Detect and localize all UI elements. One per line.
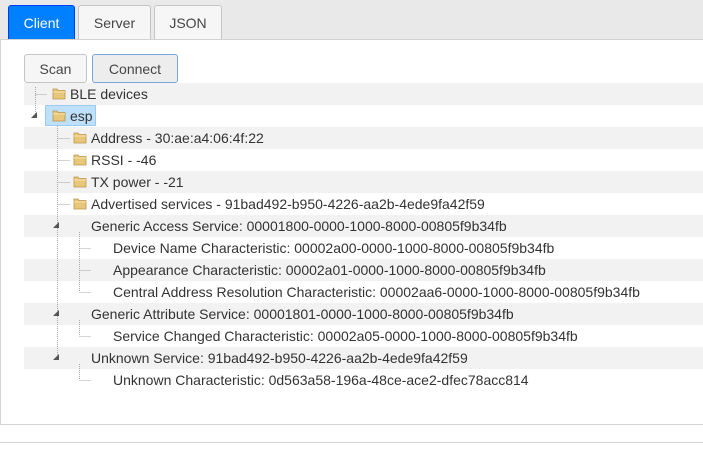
collapse-triangle-icon[interactable]: [31, 112, 37, 118]
folder-icon: [73, 198, 87, 210]
tree-node-service[interactable]: Generic Attribute Service: 00001801-0000…: [91, 305, 514, 323]
tree-node-ble-devices[interactable]: BLE devices: [70, 85, 148, 103]
divider: [0, 442, 703, 443]
tree-node-advertised-services[interactable]: Advertised services - 91bad492-b950-4226…: [91, 195, 485, 213]
tree-node-service[interactable]: Unknown Service: 91bad492-b950-4226-aa2b…: [91, 349, 468, 367]
collapse-triangle-icon[interactable]: [53, 310, 59, 316]
folder-icon: [73, 132, 87, 144]
tree-node-characteristic[interactable]: Appearance Characteristic: 00002a01-0000…: [113, 261, 546, 279]
collapse-triangle-icon[interactable]: [53, 222, 59, 228]
tree-node-address[interactable]: Address - 30:ae:a4:06:4f:22: [91, 129, 264, 147]
tree-node-characteristic[interactable]: Central Address Resolution Characteristi…: [113, 283, 640, 301]
tree-node-tx-power[interactable]: TX power - -21: [91, 173, 184, 191]
tree-node-service[interactable]: Generic Access Service: 00001800-0000-10…: [91, 217, 507, 235]
folder-icon: [73, 154, 87, 166]
folder-icon: [52, 88, 66, 100]
tree-node-characteristic[interactable]: Device Name Characteristic: 00002a00-000…: [113, 239, 554, 257]
tree-node-characteristic[interactable]: Service Changed Characteristic: 00002a05…: [113, 327, 578, 345]
tree-node-rssi[interactable]: RSSI - -46: [91, 151, 156, 169]
folder-icon: [52, 110, 66, 122]
tree-node-characteristic[interactable]: Unknown Characteristic: 0d563a58-196a-48…: [113, 371, 529, 389]
folder-icon: [73, 176, 87, 188]
tree-node-esp[interactable]: esp: [70, 107, 93, 125]
collapse-triangle-icon[interactable]: [53, 354, 59, 360]
